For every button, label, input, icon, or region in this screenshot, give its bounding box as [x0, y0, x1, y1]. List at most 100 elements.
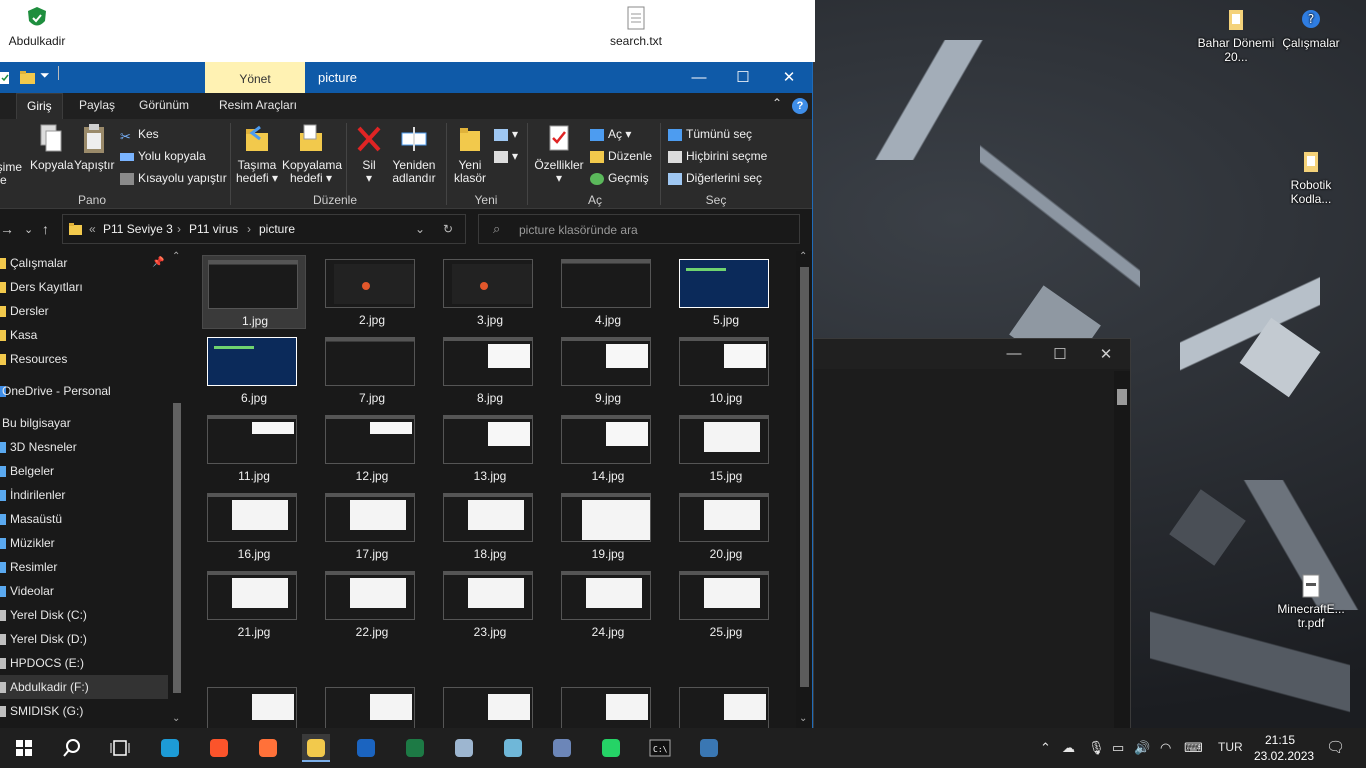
background-window-scrollbar[interactable] — [1114, 371, 1130, 729]
python-icon[interactable] — [695, 734, 723, 762]
file-tile[interactable]: 12.jpg — [320, 411, 424, 485]
whatsapp-icon[interactable] — [597, 734, 625, 762]
outlook-icon[interactable] — [352, 734, 380, 762]
onedrive-icon[interactable]: ☁ — [1062, 740, 1075, 756]
explorer-titlebar[interactable]: ⏷ Yönet picture — ☐ ✕ — [0, 62, 812, 93]
file-tile[interactable] — [438, 683, 542, 728]
open-button[interactable]: Aç ▾ — [590, 127, 631, 141]
file-tile[interactable]: 4.jpg — [556, 255, 660, 329]
battery-icon[interactable]: ▭ — [1112, 740, 1124, 756]
forward-arrow-icon[interactable]: → — [0, 221, 14, 237]
desktop-icon-search-txt[interactable]: search.txt — [596, 6, 676, 48]
file-tile[interactable]: 9.jpg — [556, 333, 660, 407]
background-window-scroll-thumb[interactable] — [1117, 389, 1127, 405]
file-tile[interactable] — [202, 683, 306, 728]
tab-home[interactable]: Giriş — [16, 93, 63, 119]
file-tile[interactable]: 16.jpg — [202, 489, 306, 563]
app-blue-icon[interactable] — [499, 734, 527, 762]
pin-icon[interactable]: 📌 — [152, 251, 164, 275]
clock[interactable]: 21:15 23.02.2023 — [1254, 732, 1314, 764]
nav-item[interactable]: Belgeler — [0, 459, 168, 483]
invert-selection-button[interactable]: Diğerlerini seç — [668, 171, 762, 185]
breadcrumb-item[interactable]: P11 virus — [189, 222, 238, 236]
file-tile[interactable]: 2.jpg — [320, 255, 424, 329]
select-none-button[interactable]: Hiçbirini seçme — [668, 149, 767, 163]
file-tile[interactable]: 20.jpg — [674, 489, 778, 563]
file-tile[interactable]: 23.jpg — [438, 567, 542, 641]
maximize-button[interactable]: ☐ — [720, 62, 766, 93]
refresh-icon[interactable]: ↻ — [443, 222, 453, 236]
history-button[interactable]: Geçmiş — [590, 171, 649, 185]
nav-item[interactable]: Bu bilgisayar — [0, 411, 168, 435]
scroll-up-icon[interactable]: ⌃ — [799, 251, 807, 262]
file-tile[interactable]: 7.jpg — [320, 333, 424, 407]
nav-item[interactable]: HPDOCS (E:) — [0, 651, 168, 675]
navigation-pane[interactable]: Çalışmalar 📌 Ders Kayıtları Dersler Kasa Reso… — [0, 251, 184, 728]
breadcrumb-item[interactable]: P11 Seviye 3 — [103, 222, 173, 236]
nav-item[interactable]: Videolar — [0, 579, 168, 603]
up-arrow-icon[interactable]: ↑ — [42, 221, 49, 237]
calculator-icon[interactable] — [548, 734, 576, 762]
desktop-icon-bahar[interactable]: Bahar Dönemi 20... — [1196, 8, 1276, 64]
file-tile[interactable]: 10.jpg — [674, 333, 778, 407]
customize-quick-access-icon[interactable]: ⏷ — [40, 68, 50, 83]
file-tile[interactable]: 8.jpg — [438, 333, 542, 407]
nav-item[interactable]: Kasa — [0, 323, 168, 347]
tab-view[interactable]: Görünüm — [129, 93, 199, 119]
copy-to-button[interactable]: Kopyalama hedefi ▾ — [282, 123, 342, 185]
file-tile[interactable]: 1.jpg — [202, 255, 306, 329]
nav-item[interactable]: Resimler — [0, 555, 168, 579]
file-tile[interactable]: 25.jpg — [674, 567, 778, 641]
maximize-icon[interactable]: ☐ — [1040, 345, 1080, 363]
task-view-icon[interactable] — [106, 734, 134, 762]
file-tile[interactable]: 11.jpg — [202, 411, 306, 485]
show-hidden-icons-icon[interactable]: ⌃ — [1040, 740, 1051, 756]
file-list-scroll-thumb[interactable] — [800, 267, 809, 687]
breadcrumb-item[interactable]: picture — [259, 222, 295, 236]
file-explorer-window[interactable]: ⏷ Yönet picture — ☐ ✕ Giriş Paylaş Görün… — [0, 62, 813, 728]
terminal-icon[interactable]: C:\ — [646, 734, 674, 762]
nav-item[interactable]: Yerel Disk (D:) — [0, 627, 168, 651]
new-folder-button[interactable]: Yeni klasör — [452, 123, 488, 185]
start-icon[interactable] — [10, 734, 38, 762]
scroll-up-icon[interactable]: ⌃ — [172, 251, 180, 262]
file-tile[interactable]: 5.jpg — [674, 255, 778, 329]
file-tile[interactable]: 17.jpg — [320, 489, 424, 563]
close-button[interactable]: ✕ — [766, 62, 812, 93]
close-icon[interactable]: ✕ — [1086, 345, 1126, 363]
file-tile[interactable] — [320, 683, 424, 728]
breadcrumb-chevron-icon[interactable]: › — [247, 222, 251, 236]
nav-item[interactable]: Abdulkadir (F:) — [0, 675, 168, 699]
file-tile[interactable]: 3.jpg — [438, 255, 542, 329]
nav-item[interactable]: İndirilenler — [0, 483, 168, 507]
microphone-icon[interactable]: 🎙 — [1088, 740, 1105, 756]
properties-quick-icon[interactable] — [0, 71, 10, 85]
address-dropdown-icon[interactable]: ⌄ — [415, 222, 425, 236]
edit-button[interactable]: Düzenle — [590, 149, 652, 163]
nav-item[interactable]: Çalışmalar 📌 — [0, 251, 168, 275]
volume-icon[interactable]: 🔊 — [1134, 740, 1150, 756]
paste-button[interactable]: Yapıştır — [74, 123, 114, 172]
nav-item[interactable]: Dersler — [0, 299, 168, 323]
file-tile[interactable]: 18.jpg — [438, 489, 542, 563]
keyboard-icon[interactable]: ⌨ — [1184, 740, 1203, 756]
new-folder-quick-icon[interactable] — [20, 71, 36, 85]
properties-button[interactable]: Özellikler ▾ — [533, 123, 585, 185]
desktop-icon-robotik[interactable]: Robotik Kodla... — [1271, 150, 1351, 206]
new-item-button[interactable]: ▾ — [494, 127, 518, 141]
file-tile[interactable]: 19.jpg — [556, 489, 660, 563]
pin-quick-access-button[interactable]: işime tle — [0, 161, 22, 187]
nav-item[interactable]: Resources — [0, 347, 168, 371]
help-button[interactable]: ? — [792, 98, 808, 114]
background-window[interactable]: — ☐ ✕ — [813, 338, 1131, 730]
tab-share[interactable]: Paylaş — [69, 93, 125, 119]
breadcrumb-overflow[interactable]: « — [89, 222, 96, 236]
file-tile[interactable] — [556, 683, 660, 728]
search-placeholder[interactable]: picture klasöründe ara — [519, 223, 638, 237]
firefox-icon[interactable] — [254, 734, 282, 762]
file-tile[interactable] — [674, 683, 778, 728]
file-explorer-icon[interactable] — [302, 734, 330, 762]
search-icon[interactable] — [58, 734, 86, 762]
address-bar[interactable]: « P11 Seviye 3 › P11 virus › picture ⌄ ↻ — [62, 214, 466, 244]
copy-button[interactable]: Kopyala — [30, 123, 73, 172]
